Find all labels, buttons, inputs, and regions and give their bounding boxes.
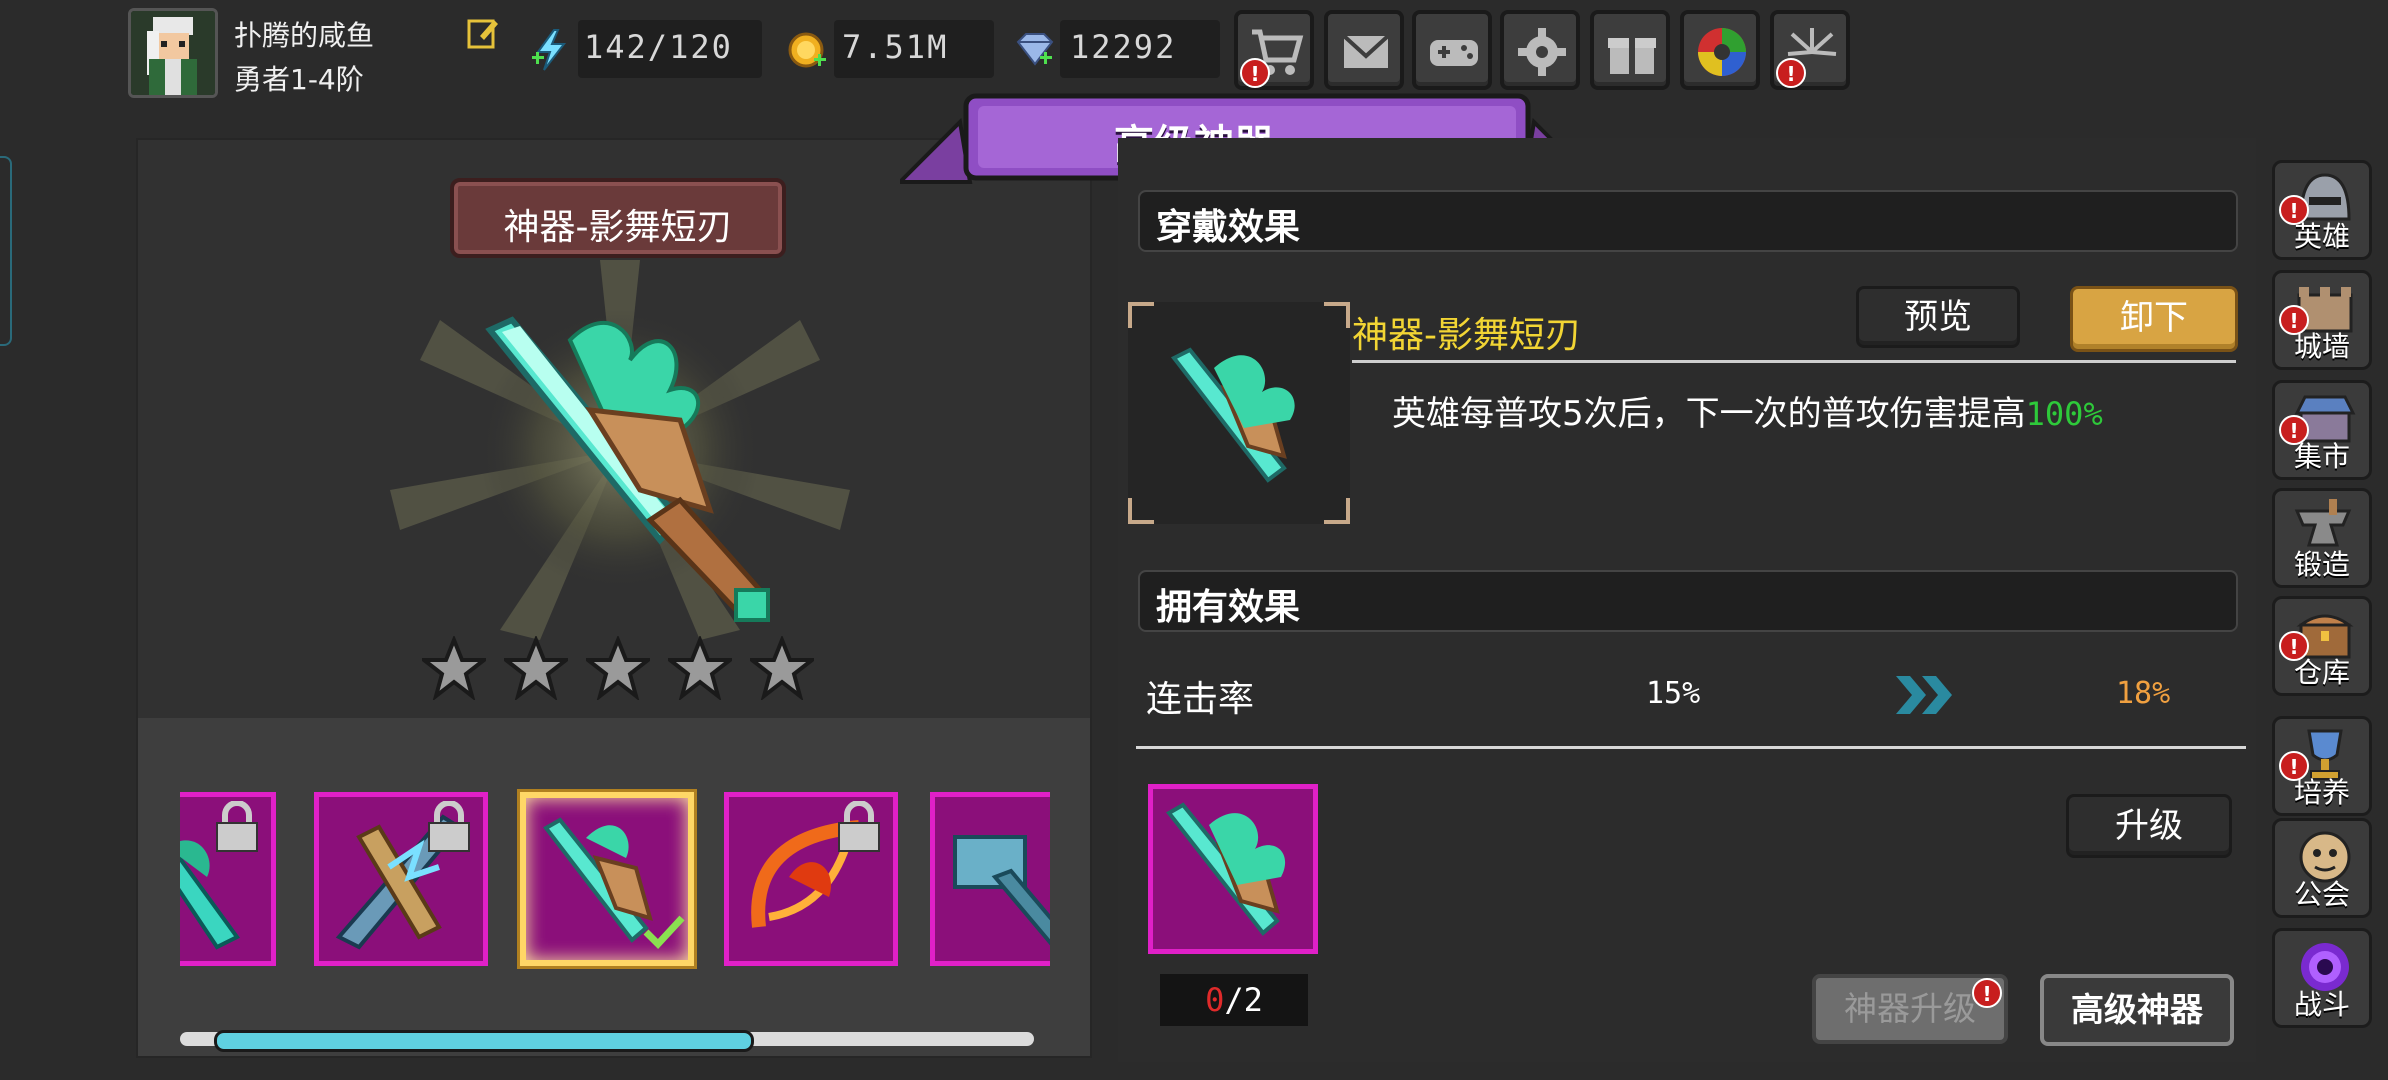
gem-value: 12292 [1070,28,1177,66]
wear-effect-title: 穿戴效果 [1156,207,1301,248]
sidebar-item-market[interactable]: ! 集市 [2272,380,2372,480]
player-avatar[interactable] [128,8,218,98]
sidebar-item-label: 仓库 [2293,656,2350,689]
gem-icon [1014,32,1056,72]
combo-rate-current: 15% [1646,676,1701,711]
sidebar-item-label: 英雄 [2293,220,2350,253]
artifact-slot-2[interactable] [314,792,488,966]
shadow-dagger-artifact-icon [1170,347,1295,483]
sidebar-item-hero[interactable]: ! 英雄 [2272,160,2372,260]
camera-shutter-button[interactable] [1680,10,1760,90]
shop-button[interactable]: ! [1234,10,1314,90]
star-rating-star-3 [582,634,654,702]
star-rating-star-4 [664,634,736,702]
combo-rate-label: 连击率 [1146,679,1255,720]
equipped-artifact-frame[interactable] [1128,302,1350,524]
sidebar-item-label: 培养 [2293,776,2350,809]
star-rating-star-5 [746,634,818,702]
upgrade-material-slot[interactable] [1148,784,1318,954]
sidebar-item-wall[interactable]: ! 城墙 [2272,270,2372,370]
carousel-viewport [180,780,1050,980]
artifact-upgrade-alert-badge: ! [1972,978,2002,1008]
artifact-slot-1[interactable] [180,792,276,966]
artifact-slot-4[interactable] [724,792,898,966]
sidebar-item-guild[interactable]: 公会 [2272,818,2372,918]
lock-icon [216,801,258,852]
fireworks-alert-badge: ! [1776,58,1806,88]
energy-icon [530,28,572,76]
mail-icon [1342,34,1390,68]
sidebar-item-forge[interactable]: 锻造 [2272,488,2372,588]
preview-button[interactable]: 预览 [1856,286,2020,348]
unequip-button[interactable]: 卸下 [2070,286,2238,352]
player-name: 扑腾的咸鱼 [234,19,375,52]
sidebar-item-label: 公会 [2293,878,2350,911]
material-have: 0 [1205,981,1225,1019]
avatar-portrait-icon [131,11,215,95]
edit-name-icon[interactable] [466,16,500,50]
settings-icon [1518,28,1566,76]
combo-rate-next: 18% [2116,676,2171,711]
shadow-dagger-artifact-icon [1165,802,1286,936]
upgrade-button[interactable]: 升级 [2066,794,2232,858]
material-need: /2 [1224,981,1263,1019]
artifact-slot-3-selected[interactable] [520,792,694,966]
shadow-dagger-artifact-icon [390,260,850,640]
artifact-slot-5[interactable] [930,792,1050,966]
left-edge-tab[interactable] [0,156,12,346]
sidebar-item-label: 城墙 [2293,330,2350,363]
sidebar-item-label: 集市 [2293,440,2350,473]
shop-alert-badge: ! [1240,58,1270,88]
player-rank: 勇者1-4阶 [234,63,364,96]
wear-effect-description: 英雄每普攻5次后，下一次的普攻伤害提高100% [1392,394,2103,434]
artifact-title: 神器-影舞短刃 [503,207,733,248]
gold-value: 7.51M [842,28,949,66]
sidebar-item-battle[interactable]: 战斗 [2272,928,2372,1028]
ice-hammer-artifact-icon [953,835,1050,946]
advanced-artifact-tab-button[interactable]: 高级神器 [2040,974,2234,1046]
own-effect-title: 拥有效果 [1156,587,1301,628]
double-arrow-icon [1892,670,1962,724]
lock-icon [428,801,470,852]
artifact-showcase [380,260,860,640]
carousel-scrollbar-thumb[interactable] [214,1030,754,1052]
lock-icon [838,801,880,852]
gamepad-button[interactable] [1412,10,1492,90]
own-effect-header [1138,570,2238,632]
divider [1136,746,2246,749]
divider [1352,360,2236,363]
gift-icon [1608,38,1656,74]
gift-button[interactable] [1590,10,1670,90]
checkmark-icon [643,915,685,950]
settings-button[interactable] [1500,10,1580,90]
wear-effect-header [1138,190,2238,252]
gold-coin-icon [788,30,828,74]
material-count: 0/2 [1160,974,1308,1026]
sidebar-item-label: 战斗 [2293,988,2350,1021]
gamepad-icon [1430,40,1478,66]
mail-button[interactable] [1324,10,1404,90]
equipped-artifact-name: 神器-影舞短刃 [1352,315,1581,356]
fireworks-button[interactable]: ! [1770,10,1850,90]
sidebar-item-warehouse[interactable]: ! 仓库 [2272,596,2372,696]
star-rating-star-1 [418,634,490,702]
wear-effect-value: 100% [2025,395,2103,433]
sidebar-item-train[interactable]: ! 培养 [2272,716,2372,816]
star-rating-star-2 [500,634,572,702]
energy-value: 142/120 [584,28,733,66]
sidebar-item-label: 锻造 [2293,548,2350,581]
camera-shutter-icon [1698,28,1746,76]
